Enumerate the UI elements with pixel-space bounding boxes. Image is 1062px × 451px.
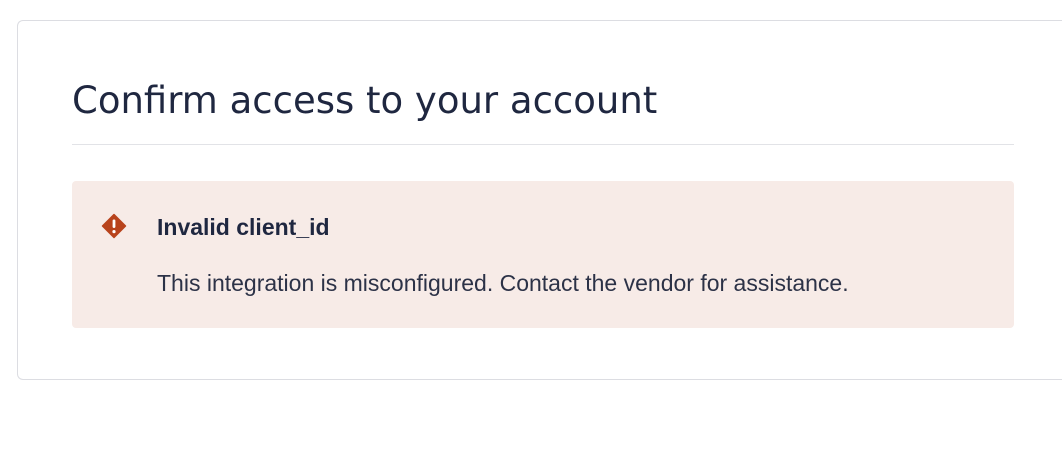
alert-title: Invalid client_id — [157, 214, 330, 240]
error-diamond-icon — [101, 213, 127, 239]
alert-message: This integration is misconfigured. Conta… — [157, 270, 849, 296]
confirm-access-card: Confirm access to your account Invalid c… — [17, 20, 1062, 380]
page-title: Confirm access to your account — [72, 79, 658, 122]
title-divider — [72, 144, 1014, 145]
error-alert: Invalid client_id This integration is mi… — [72, 181, 1014, 328]
